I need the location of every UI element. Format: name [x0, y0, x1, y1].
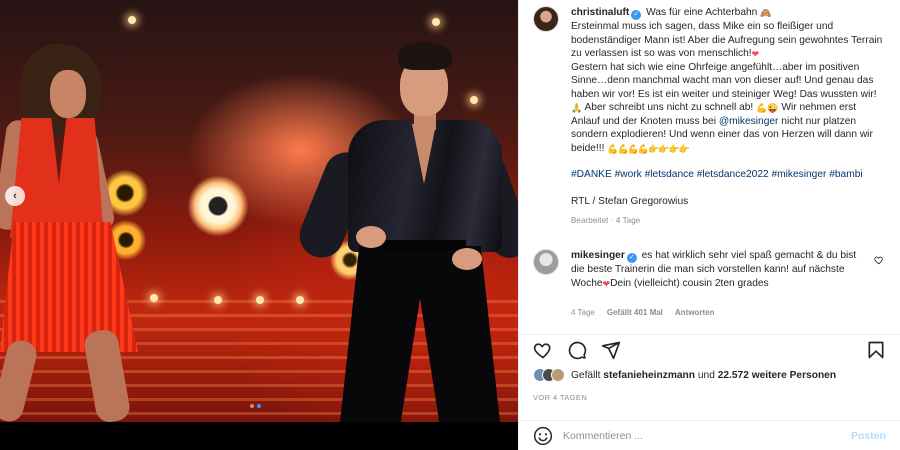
- mention-link[interactable]: @mikesinger: [719, 116, 779, 127]
- comment-body-end: Dein (vielleicht) cousin 2ten grades: [610, 277, 769, 289]
- heart-icon[interactable]: [874, 255, 884, 265]
- caption-author[interactable]: christinaluft: [571, 7, 629, 18]
- liker-avatars: [533, 368, 565, 382]
- stage-light-dot: [150, 294, 158, 302]
- chevron-left-icon: ‹: [13, 190, 17, 202]
- dancer-woman-dress: [10, 118, 104, 238]
- likes-user[interactable]: stefanieheinzmann: [603, 370, 695, 381]
- caption-paragraph: Aber schreibt uns nicht zu schnell ab!: [584, 102, 754, 113]
- hashtags[interactable]: #DANKE #work #letsdance #letsdance2022 #…: [571, 168, 884, 182]
- likes-count[interactable]: 22.572 weitere Personen: [718, 370, 836, 381]
- caption-edited-meta: Bearbeitet · 4 Tage: [571, 216, 641, 225]
- carousel-indicator: [250, 404, 261, 408]
- comment-author[interactable]: mikesinger: [571, 250, 625, 261]
- comment-likes[interactable]: Gefällt 401 Mal: [607, 308, 663, 317]
- instagram-post-view: ‹ christinaluft ✓ Was für eine Achterbahn…: [0, 0, 900, 450]
- dancer-man-hand: [452, 248, 482, 270]
- stage-light-dot: [470, 96, 478, 104]
- stage-light: [188, 176, 248, 236]
- post-photo[interactable]: ‹: [0, 0, 518, 450]
- verified-icon: ✓: [631, 10, 642, 20]
- emoji-icon[interactable]: [533, 426, 553, 446]
- stage-light-dot: [128, 16, 136, 24]
- caption-text: christinaluft ✓ Was für eine Achterbahn 🙈…: [571, 6, 884, 208]
- dancer-man-hair: [398, 42, 452, 70]
- share-icon[interactable]: [601, 340, 621, 360]
- comments-scroll-area[interactable]: christinaluft ✓ Was für eine Achterbahn 🙈…: [519, 0, 900, 334]
- likes-middle: und: [697, 369, 715, 381]
- comment-time[interactable]: 4 Tage: [571, 308, 595, 317]
- carousel-dot: [250, 404, 254, 408]
- stage-light-dot: [214, 296, 222, 304]
- photo-stage: [0, 0, 518, 422]
- stage-light-dot: [256, 296, 264, 304]
- avatar[interactable]: [533, 6, 559, 32]
- likes-summary[interactable]: Gefällt stefanieheinzmann und 22.572 wei…: [533, 368, 836, 382]
- dancer-man-belt: [382, 240, 466, 250]
- comment-icon[interactable]: [567, 340, 587, 360]
- praying-emoji-icon: 🙏: [571, 103, 583, 113]
- avatar: [551, 368, 565, 382]
- carousel-dot-active: [257, 404, 261, 408]
- stage-light-dot: [432, 18, 440, 26]
- bookmark-icon[interactable]: [866, 340, 886, 360]
- heart-emoji-icon: ❤: [751, 49, 760, 59]
- post-caption: christinaluft ✓ Was für eine Achterbahn 🙈…: [533, 6, 884, 225]
- stage-light-dot: [296, 296, 304, 304]
- caption-paragraph: Ersteinmal muss ich sagen, dass Mike ein…: [571, 21, 883, 59]
- carousel-prev-button[interactable]: ‹: [5, 186, 25, 206]
- caption-paragraph: Gestern hat sich wie eine Ohrfeige angef…: [571, 61, 877, 100]
- post-button[interactable]: Posten: [851, 430, 886, 442]
- reply-button[interactable]: Antworten: [675, 308, 715, 317]
- dancer-man-hand: [356, 226, 386, 248]
- likes-prefix: Gefällt: [571, 369, 601, 381]
- comment-composer: Posten: [519, 420, 900, 450]
- post-actions: [519, 334, 900, 364]
- emoji-row: 💪💪💪💪👉👉👉👉: [607, 143, 690, 154]
- caption-first-line: Was für eine Achterbahn: [646, 7, 758, 18]
- heart-icon[interactable]: [533, 340, 553, 360]
- monkey-emoji-icon: 🙈: [760, 8, 772, 18]
- comment-input[interactable]: [563, 429, 851, 442]
- photo-credit: RTL / Stefan Gregorowius: [571, 195, 689, 207]
- heart-emoji-icon: ❤: [602, 278, 611, 289]
- comment-text: mikesinger ✓ es hat wirklich sehr viel sp…: [571, 249, 884, 290]
- comment-meta: 4 Tage Gefällt 401 Mal Antworten: [571, 308, 884, 317]
- verified-icon: ✓: [626, 253, 637, 263]
- dancer-woman-face: [50, 70, 86, 118]
- comments-panel: christinaluft ✓ Was für eine Achterbahn 🙈…: [518, 0, 900, 450]
- avatar[interactable]: [533, 249, 559, 275]
- post-timestamp[interactable]: VOR 4 TAGEN: [533, 393, 587, 402]
- muscle-emoji-icon: 💪😜: [756, 103, 779, 113]
- comment-item: mikesinger ✓ es hat wirklich sehr viel sp…: [533, 249, 884, 317]
